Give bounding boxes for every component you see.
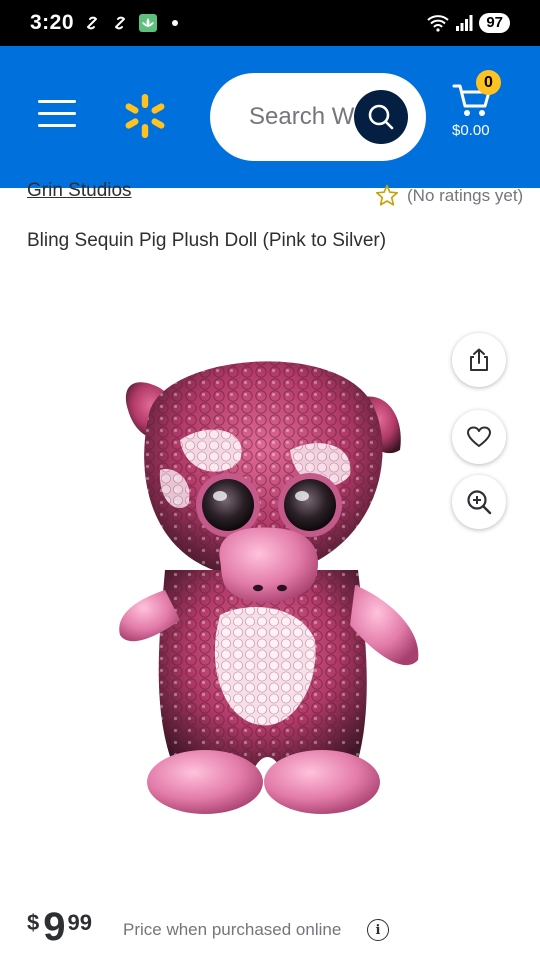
rating-text: (No ratings yet) <box>407 185 524 205</box>
link-icon <box>87 16 98 30</box>
walmart-spark-icon[interactable] <box>121 92 169 140</box>
menu-icon <box>38 100 76 127</box>
search-icon <box>368 104 394 130</box>
zoom-in-icon <box>467 490 492 515</box>
cart-count-badge: 0 <box>476 70 501 95</box>
info-icon[interactable]: i <box>367 919 389 941</box>
price-note: Price when purchased online <box>123 920 342 939</box>
product-image[interactable] <box>100 330 430 820</box>
share-button[interactable] <box>452 333 506 387</box>
status-bar-left: 3:20 <box>30 11 179 35</box>
share-icon <box>470 348 488 371</box>
app-notification-icon <box>139 14 158 32</box>
battery-indicator: 97 <box>479 13 510 33</box>
price-cents: 99 <box>67 910 92 935</box>
price: $ 9 99 <box>27 904 92 950</box>
notification-dot <box>172 20 179 26</box>
status-bar: 3:20 97 <box>0 0 540 46</box>
wifi-icon <box>427 15 449 32</box>
status-time: 3:20 <box>30 11 75 34</box>
status-bar-right: 97 <box>427 13 510 33</box>
price-dollars: 9 <box>43 905 66 949</box>
heart-icon <box>467 426 491 447</box>
price-currency: $ <box>27 910 40 935</box>
rating-summary[interactable]: (No ratings yet) <box>375 184 523 207</box>
search-bar[interactable]: Search W <box>210 73 426 161</box>
cart-button[interactable]: 0 $0.00 <box>448 70 518 150</box>
product-title: Bling Sequin Pig Plush Doll (Pink to Sil… <box>27 230 387 251</box>
signal-icon <box>456 15 473 31</box>
star-icon <box>376 184 398 206</box>
brand-link[interactable]: Grin Studios <box>27 180 132 202</box>
link-icon <box>115 16 126 30</box>
menu-button[interactable] <box>38 100 76 130</box>
favorite-button[interactable] <box>452 410 506 464</box>
search-button[interactable] <box>354 90 408 144</box>
app-header: Search W 0 $0.00 <box>0 46 540 188</box>
cart-total: $0.00 <box>452 122 490 139</box>
zoom-button[interactable] <box>452 475 506 529</box>
